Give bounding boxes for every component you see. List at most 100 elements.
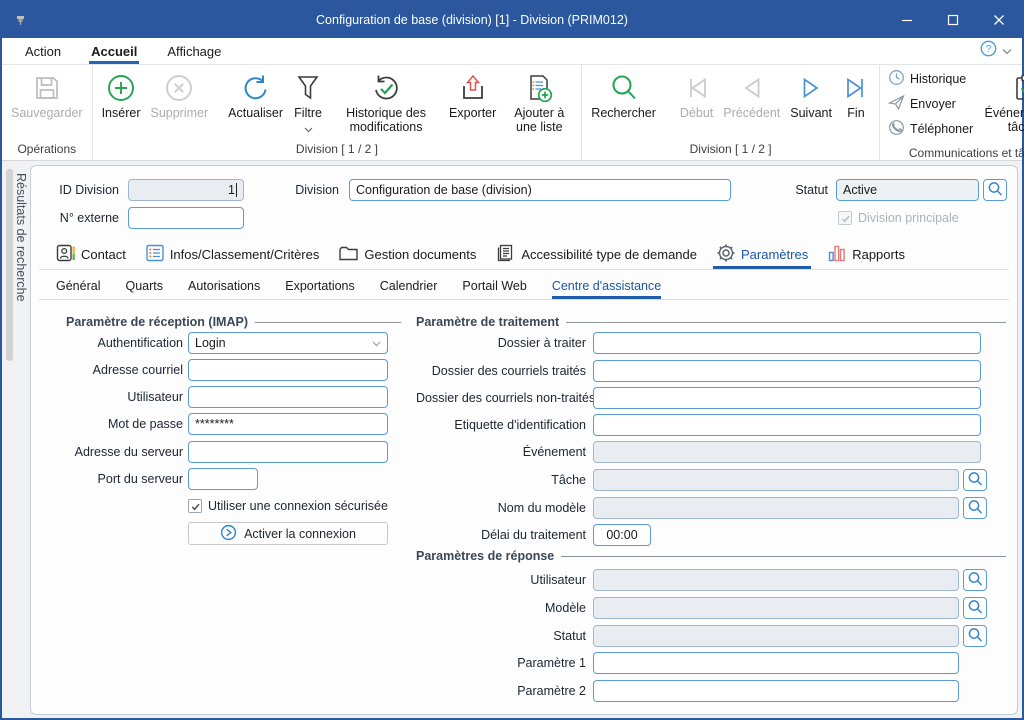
close-button[interactable] [976,2,1022,38]
reponse-section-legend: Paramètres de réponse [416,548,1006,564]
reponse-statut-lookup-button[interactable] [963,625,987,647]
record-panel: ID Division 1 N° externe Division Statut… [30,165,1018,715]
events-tasks-button[interactable]: Événements et tâches [977,67,1024,134]
id-division-field[interactable]: 1 [128,179,244,201]
imap-utilisateur-field[interactable] [188,386,388,408]
menu-accueil[interactable]: Accueil [76,38,152,64]
filter-button[interactable]: Filtre [288,67,328,138]
chart-icon [827,243,847,266]
search-results-panel-tab[interactable]: Résultats de recherche [2,165,29,718]
add-to-list-button[interactable]: Ajouter à une liste [501,67,577,134]
search-lookup-icon [966,470,984,491]
adresse-courriel-label: Adresse courriel [46,359,183,381]
last-icon [842,70,870,106]
activer-connexion-button[interactable]: Activer la connexion [188,522,388,545]
export-button[interactable]: Exporter [444,67,501,120]
imap-utilisateur-label: Utilisateur [46,386,183,408]
tab-accessibilite-type-demande[interactable]: Accessibilité type de demande [495,239,697,269]
ribbon: Sauvegarder Opérations Insérer Supprim [2,65,1022,161]
evenement-label: Événement [416,441,586,463]
subtab-calendrier[interactable]: Calendrier [380,275,438,299]
subtab-centre-assistance[interactable]: Centre d'assistance [552,275,661,299]
dossier-a-traiter-field[interactable] [593,332,981,354]
authentification-label: Authentification [46,332,183,354]
menu-affichage[interactable]: Affichage [152,38,236,64]
port-serveur-field[interactable] [188,468,258,490]
division-principale-checkbox[interactable]: Division principale [838,210,959,226]
phone-button[interactable]: Téléphoner [888,119,973,139]
dossier-non-traites-field[interactable] [593,387,981,409]
adresse-courriel-field[interactable] [188,359,388,381]
connexion-securisee-checkbox[interactable]: Utiliser une connexion sécurisée [188,498,388,514]
parametre1-field[interactable] [593,652,959,674]
authentification-select[interactable]: Login [188,332,388,354]
division-field[interactable] [349,179,731,201]
menu-action[interactable]: Action [10,38,76,64]
tab-rapports[interactable]: Rapports [827,239,905,269]
delete-button[interactable]: Supprimer [145,67,213,120]
subtab-exportations[interactable]: Exportations [285,275,354,299]
panel-grip[interactable] [6,169,13,361]
filter-icon [293,70,323,106]
etiquette-field[interactable] [593,414,981,436]
modification-history-button[interactable]: Historique des modifications [328,67,444,134]
parametre2-field[interactable] [593,680,959,702]
tache-lookup-button[interactable] [963,469,987,491]
first-button[interactable]: Début [675,67,718,120]
search-lookup-icon [966,570,984,591]
previous-button[interactable]: Précédent [718,67,785,120]
no-externe-field[interactable] [128,207,244,229]
minimize-button[interactable] [884,2,930,38]
phone-icon [888,119,905,139]
adresse-serveur-field[interactable] [188,441,388,463]
last-button[interactable]: Fin [837,67,875,120]
send-icon [888,94,905,114]
next-button[interactable]: Suivant [785,67,837,120]
mot-de-passe-field[interactable] [188,413,388,435]
svg-text:?: ? [986,44,992,55]
help-icon[interactable]: ? [980,40,997,62]
tache-field [593,469,959,491]
tab-parametres[interactable]: Paramètres [716,239,808,269]
search-lookup-icon [966,498,984,519]
subtab-portail-web[interactable]: Portail Web [462,275,526,299]
delai-traitement-field[interactable] [593,524,651,546]
history-button[interactable]: Historique [888,69,973,89]
gear-icon [716,243,736,266]
statut-lookup-button[interactable] [983,179,1007,201]
port-serveur-label: Port du serveur [46,468,183,490]
nom-modele-field [593,497,959,519]
subtab-autorisations[interactable]: Autorisations [188,275,260,299]
tab-infos-classement-criteres[interactable]: Infos/Classement/Critères [145,239,320,269]
next-icon [797,70,825,106]
dossier-traites-field[interactable] [593,360,981,382]
parametre1-label: Paramètre 1 [416,652,586,674]
nom-modele-lookup-button[interactable] [963,497,987,519]
statut-field[interactable] [836,179,979,201]
reponse-utilisateur-lookup-button[interactable] [963,569,987,591]
tab-gestion-documents[interactable]: Gestion documents [338,239,476,269]
refresh-button[interactable]: Actualiser [223,67,288,120]
subtab-quarts[interactable]: Quarts [125,275,163,299]
save-button[interactable]: Sauvegarder [6,67,88,120]
first-icon [683,70,711,106]
window-title: Configuration de base (division) [1] - D… [82,13,862,27]
ribbon-group-division-edit: Insérer Supprimer Actualiser [93,65,583,160]
menubar: Action Accueil Affichage ? [2,38,1022,65]
subtab-general[interactable]: Général [56,275,100,299]
tab-contact[interactable]: Contact [56,239,126,269]
comm-history-icon [888,69,905,89]
ribbon-collapse-chevron-icon[interactable] [1002,42,1012,60]
reponse-modele-field [593,597,959,619]
evenement-field [593,441,981,463]
maximize-button[interactable] [930,2,976,38]
send-button[interactable]: Envoyer [888,94,973,114]
reponse-modele-lookup-button[interactable] [963,597,987,619]
ribbon-group-communications: Historique Envoyer Téléphoner Év [880,65,1024,160]
etiquette-label: Etiquette d'identification [416,414,586,436]
search-button[interactable]: Rechercher [586,67,661,120]
insert-button[interactable]: Insérer [97,67,146,120]
tabs-separator [39,269,1009,270]
traitement-section-legend: Paramètre de traitement [416,314,1006,330]
ribbon-group-label: Communications et tâches [884,145,1024,162]
